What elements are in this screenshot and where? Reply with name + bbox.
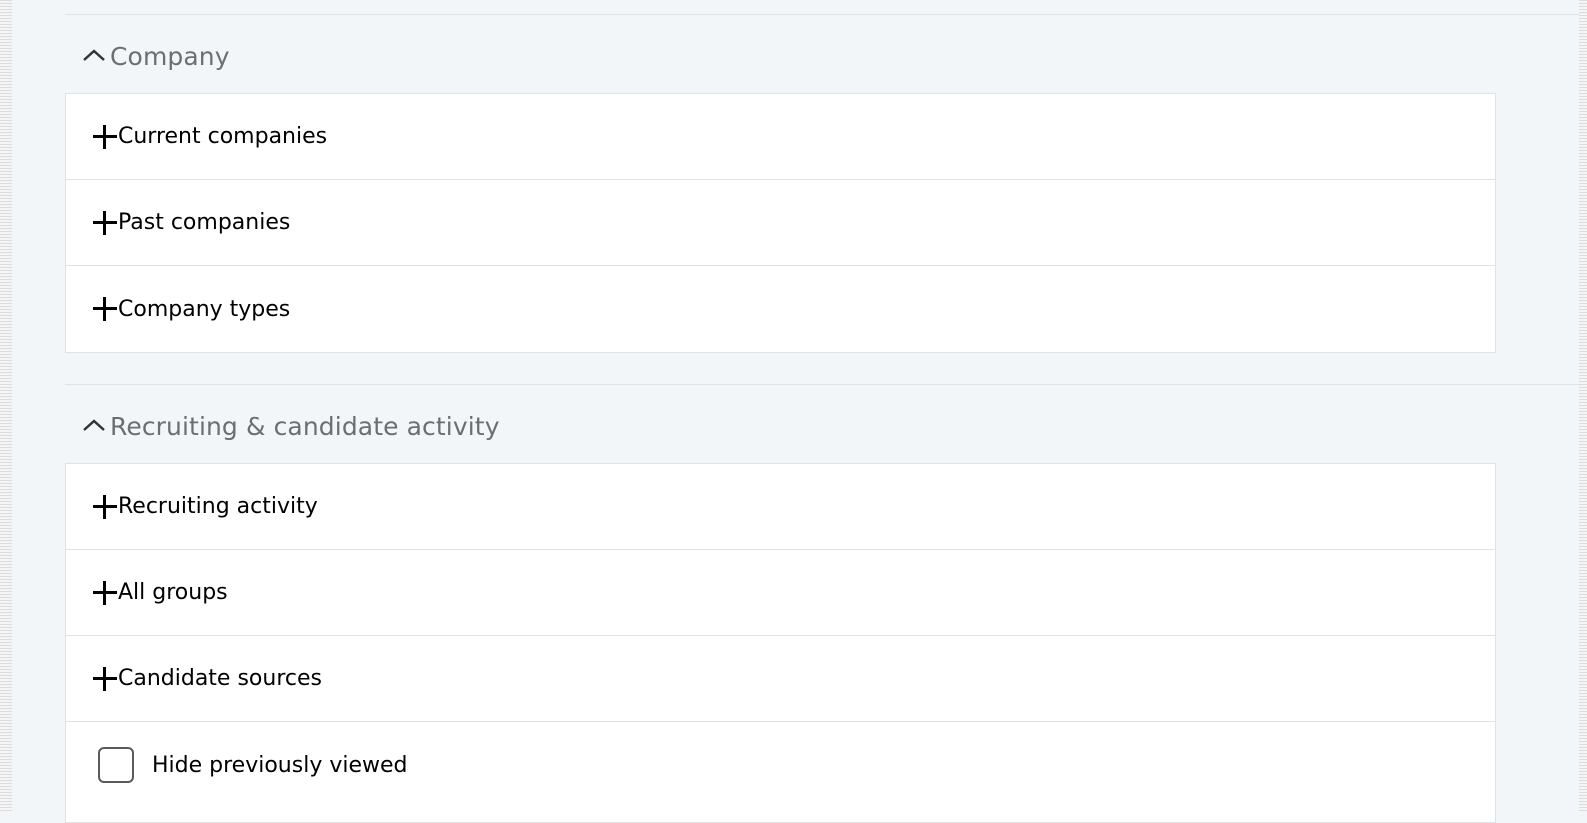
section-title: Company: [110, 41, 230, 71]
plus-icon: [92, 210, 118, 236]
hide-previously-viewed-checkbox[interactable]: [98, 747, 134, 783]
filter-label: All groups: [118, 580, 228, 605]
filters-panel: Company Current companies Past companies…: [14, 0, 1579, 823]
plus-icon: [92, 666, 118, 692]
left-edge-strip: [0, 0, 12, 812]
plus-icon: [92, 494, 118, 520]
filter-label: Candidate sources: [118, 666, 322, 691]
scrollbar[interactable]: [1579, 0, 1587, 812]
section-divider: [65, 384, 1579, 385]
filter-label: Company types: [118, 296, 291, 322]
hide-previously-viewed-row: Hide previously viewed: [66, 722, 1495, 808]
plus-icon: [92, 296, 118, 322]
filter-past-companies[interactable]: Past companies: [66, 180, 1495, 266]
filter-company-types[interactable]: Company types: [66, 266, 1495, 352]
filter-label: Recruiting activity: [118, 494, 318, 519]
filter-label: Past companies: [118, 210, 291, 235]
checkbox-label: Hide previously viewed: [152, 752, 408, 778]
section-header-recruiting[interactable]: Recruiting & candidate activity: [80, 406, 500, 446]
company-filter-list: Current companies Past companies Company…: [65, 93, 1496, 353]
filter-recruiting-activity[interactable]: Recruiting activity: [66, 464, 1495, 550]
section-title: Recruiting & candidate activity: [110, 411, 500, 441]
filter-current-companies[interactable]: Current companies: [66, 94, 1495, 180]
filter-all-groups[interactable]: All groups: [66, 550, 1495, 636]
section-header-company[interactable]: Company: [80, 36, 230, 76]
section-divider: [65, 14, 1579, 15]
filter-label: Current companies: [118, 124, 328, 149]
chevron-up-icon: [80, 46, 110, 66]
plus-icon: [92, 124, 118, 150]
recruiting-filter-list: Recruiting activity All groups Candidate…: [65, 463, 1496, 823]
chevron-up-icon: [80, 416, 110, 436]
filter-candidate-sources[interactable]: Candidate sources: [66, 636, 1495, 722]
plus-icon: [92, 580, 118, 606]
